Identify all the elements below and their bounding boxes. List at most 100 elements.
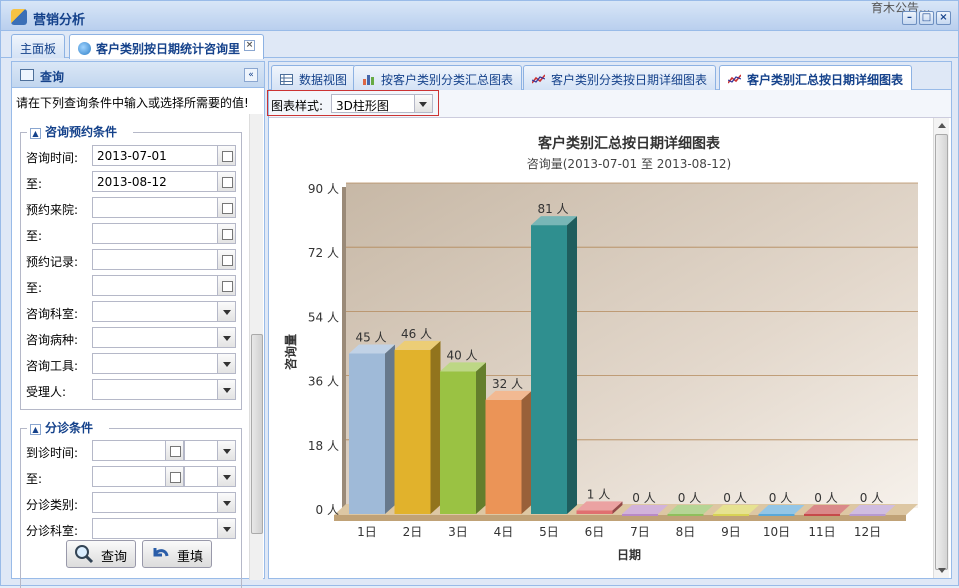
scroll-down-icon[interactable] <box>938 568 946 573</box>
calendar-icon[interactable] <box>218 275 236 296</box>
dropdown-arrow-icon[interactable] <box>218 440 236 461</box>
combo-input[interactable] <box>92 327 218 348</box>
bar-value-label: 46 人 <box>401 327 432 341</box>
chart-scrollbar[interactable] <box>933 118 949 578</box>
field-label: 咨询时间: <box>26 151 79 165</box>
field-label: 分诊类别: <box>26 498 79 512</box>
minimize-button[interactable]: – <box>902 11 917 25</box>
dropdown-arrow-icon[interactable] <box>415 94 433 113</box>
bar[interactable] <box>485 390 532 514</box>
x-tick-label: 11日 <box>808 525 835 539</box>
dropdown-arrow-icon[interactable] <box>218 518 236 539</box>
calendar-icon[interactable] <box>218 145 236 166</box>
dropdown-arrow-icon[interactable] <box>218 353 236 374</box>
chart-style-label: 图表样式: <box>271 99 324 113</box>
chart-tabbar: 数据视图 按客户类别分类汇总图表 客户类别分类按日期详细图表 客户类别汇总按日期… <box>269 62 951 90</box>
fieldset-legend[interactable]: ▲ 分诊条件 <box>27 419 97 436</box>
form-row: 至: <box>26 223 241 245</box>
y-tick-label: 72 人 <box>308 246 339 260</box>
bar-value-label: 0 人 <box>678 491 701 505</box>
dropdown-arrow-icon[interactable] <box>218 327 236 348</box>
x-tick-label: 1日 <box>357 525 377 539</box>
reset-button[interactable]: 重填 <box>142 540 212 568</box>
calendar-icon[interactable] <box>218 171 236 192</box>
calendar-icon[interactable] <box>166 440 184 461</box>
dropdown-arrow-icon[interactable] <box>218 466 236 487</box>
field-label: 咨询科室: <box>26 307 79 321</box>
tab-category-by-date[interactable]: 客户类别分类按日期详细图表 <box>523 65 717 90</box>
app-logo-icon <box>11 9 27 25</box>
scroll-thumb[interactable] <box>251 334 263 534</box>
date-input[interactable] <box>92 440 166 461</box>
main-tabbar: 主面板 客户类别按日期统计咨询里 × <box>1 31 958 59</box>
tab-label: 客户类别汇总按日期详细图表 <box>747 73 904 87</box>
x-tick-label: 10日 <box>763 525 790 539</box>
date-input[interactable] <box>92 466 166 487</box>
tab-data-view[interactable]: 数据视图 <box>271 65 357 90</box>
field-label: 咨询工具: <box>26 359 79 373</box>
time-input[interactable] <box>184 466 218 487</box>
date-input[interactable]: 2013-08-12 <box>92 171 218 192</box>
bar-value-label: 0 人 <box>814 491 837 505</box>
x-tick-label: 6日 <box>585 525 605 539</box>
calendar-icon[interactable] <box>166 466 184 487</box>
time-input[interactable] <box>184 440 218 461</box>
collapse-icon[interactable]: « <box>244 68 258 82</box>
field-label: 咨询病种: <box>26 333 79 347</box>
date-input[interactable] <box>92 249 218 270</box>
line-chart-icon <box>532 74 545 84</box>
bar[interactable] <box>531 216 577 514</box>
line-chart-icon <box>728 74 741 84</box>
date-input[interactable]: 2013-07-01 <box>92 145 218 166</box>
maximize-button[interactable]: □ <box>919 11 934 25</box>
y-tick-label: 90 人 <box>308 182 339 196</box>
bar[interactable] <box>440 362 486 514</box>
combo-input[interactable] <box>92 518 218 539</box>
collapse-toggle-icon: ▲ <box>30 128 41 139</box>
date-input[interactable] <box>92 223 218 244</box>
title-bar: 营销分析 育木公告... – □ × <box>1 1 958 31</box>
query-scrollbar[interactable] <box>249 114 263 580</box>
calendar-icon[interactable] <box>218 223 236 244</box>
dropdown-arrow-icon[interactable] <box>218 379 236 400</box>
date-input[interactable] <box>92 275 218 296</box>
calendar-icon[interactable] <box>218 249 236 270</box>
query-button[interactable]: 查询 <box>66 540 136 568</box>
close-button[interactable]: × <box>936 11 951 25</box>
form-row: 咨询病种: <box>26 327 241 349</box>
close-icon[interactable]: × <box>244 40 256 51</box>
combo-input[interactable] <box>92 379 218 400</box>
form-row: 分诊科室: <box>26 518 241 540</box>
y-tick-label: 54 人 <box>308 310 339 324</box>
tab-category-summary[interactable]: 按客户类别分类汇总图表 <box>353 65 523 90</box>
scroll-up-icon[interactable] <box>938 123 946 128</box>
x-tick-label: 4日 <box>494 525 514 539</box>
combo-input[interactable] <box>92 353 218 374</box>
dropdown-arrow-icon[interactable] <box>218 492 236 513</box>
globe-icon <box>78 42 91 55</box>
calendar-icon[interactable] <box>218 197 236 218</box>
bar[interactable] <box>349 344 395 515</box>
tab-label: 数据视图 <box>299 73 348 87</box>
bar-chart-icon <box>363 75 374 85</box>
tab-summary-by-date[interactable]: 客户类别汇总按日期详细图表 <box>719 65 913 90</box>
bar[interactable] <box>394 340 441 514</box>
fieldset-legend[interactable]: ▲ 咨询预约条件 <box>27 123 121 140</box>
date-input[interactable] <box>92 197 218 218</box>
reset-button-label: 重填 <box>177 550 204 565</box>
combo-input[interactable] <box>92 492 218 513</box>
tab-label: 主面板 <box>20 42 57 56</box>
chart-style-select[interactable]: 3D柱形图 <box>331 94 415 113</box>
bar-value-label: 0 人 <box>769 491 792 505</box>
field-label: 分诊科室: <box>26 524 79 538</box>
combo-input[interactable] <box>92 301 218 322</box>
tab-main-panel[interactable]: 主面板 <box>11 34 66 58</box>
x-axis-ticks: 1日 2日 3日 4日 5日 6日 7日 8日 9日 10日 11日 12日 <box>357 525 881 539</box>
dropdown-arrow-icon[interactable] <box>218 301 236 322</box>
window-title: 营销分析 <box>33 13 86 28</box>
tab-report[interactable]: 客户类别按日期统计咨询里 × <box>69 34 265 59</box>
scroll-thumb[interactable] <box>935 134 948 570</box>
legend-label: 分诊条件 <box>45 421 94 435</box>
form-row: 受理人: <box>26 379 241 401</box>
query-panel: 查询 « 请在下列查询条件中输入或选择所需要的值! ▲ 咨询预约条件 咨询时间: 2… <box>11 61 265 588</box>
